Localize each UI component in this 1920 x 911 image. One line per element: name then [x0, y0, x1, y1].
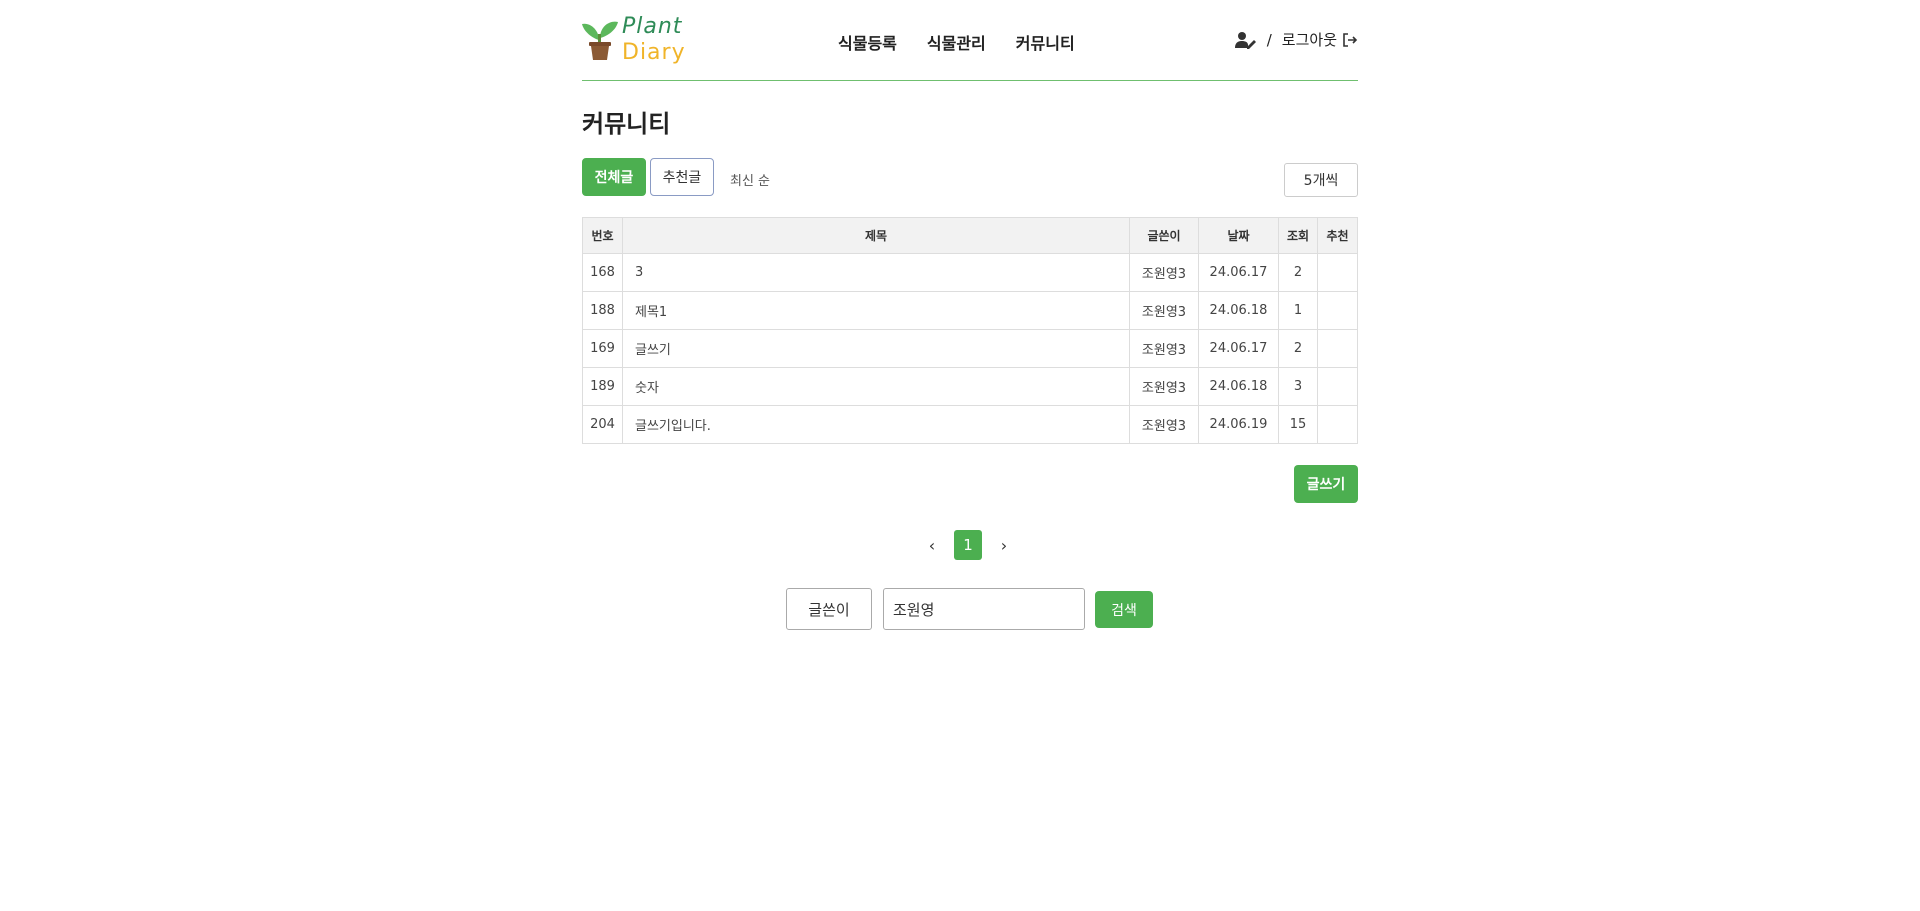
logout-link[interactable]: 로그아웃: [1282, 29, 1358, 50]
cell-date: 24.06.18: [1198, 291, 1279, 330]
nav-community[interactable]: 커뮤니티: [1016, 30, 1075, 54]
logo-text-diary: Diary: [622, 40, 686, 65]
cell-likes: [1317, 405, 1358, 444]
cell-number: 169: [582, 329, 623, 368]
cell-number: 189: [582, 367, 623, 406]
cell-date: 24.06.17: [1198, 329, 1279, 368]
logo-text-plant: Plant: [622, 14, 683, 39]
cell-number: 188: [582, 291, 623, 330]
prev-page-icon[interactable]: ‹: [924, 536, 940, 555]
main-nav: 식물등록 식물관리 커뮤니티: [838, 30, 1075, 54]
table-row[interactable]: 189 숫자 조원영3 24.06.18 3: [582, 367, 1358, 406]
cell-title[interactable]: 글쓰기: [622, 329, 1130, 368]
post-table: 번호 제목 글쓴이 날짜 조회 추천 168 3 조원영3 24.06.17 2…: [582, 217, 1358, 444]
cell-number: 204: [582, 405, 623, 444]
col-header-title: 제목: [622, 217, 1130, 254]
cell-views: 3: [1278, 367, 1318, 406]
table-row[interactable]: 169 글쓰기 조원영3 24.06.17 2: [582, 329, 1358, 368]
cell-date: 24.06.19: [1198, 405, 1279, 444]
next-page-icon[interactable]: ›: [996, 536, 1012, 555]
nav-plant-manage[interactable]: 식물관리: [927, 30, 986, 54]
tab-all-posts[interactable]: 전체글: [582, 158, 646, 196]
cell-author: 조원영3: [1129, 329, 1199, 368]
page-title: 커뮤니티: [582, 110, 671, 138]
cell-likes: [1317, 291, 1358, 330]
nav-plant-register[interactable]: 식물등록: [838, 30, 897, 54]
col-header-author: 글쓴이: [1129, 217, 1199, 254]
cell-likes: [1317, 329, 1358, 368]
write-post-button[interactable]: 글쓰기: [1294, 465, 1358, 503]
cell-date: 24.06.17: [1198, 253, 1279, 292]
cell-author: 조원영3: [1129, 291, 1199, 330]
user-edit-icon[interactable]: [1234, 31, 1257, 49]
table-row[interactable]: 188 제목1 조원영3 24.06.18 1: [582, 291, 1358, 330]
cell-views: 1: [1278, 291, 1318, 330]
tab-recommended-posts[interactable]: 추천글: [650, 158, 714, 196]
cell-author: 조원영3: [1129, 367, 1199, 406]
cell-likes: [1317, 367, 1358, 406]
search-button[interactable]: 검색: [1095, 591, 1153, 628]
search-input[interactable]: [883, 588, 1085, 630]
page-number-current[interactable]: 1: [954, 530, 982, 560]
plant-pot-icon: [582, 21, 618, 60]
cell-views: 2: [1278, 253, 1318, 292]
logout-icon: [1343, 32, 1358, 47]
page-container: Plant Diary 식물등록 식물관리 커뮤니티 / 로그아웃 커뮤니티 전…: [582, 0, 1358, 911]
sort-latest[interactable]: 최신 순: [730, 170, 770, 189]
cell-number: 168: [582, 253, 623, 292]
search-type-select[interactable]: 글쓴이: [786, 588, 872, 630]
pagination: ‹ 1 ›: [924, 530, 1012, 560]
cell-likes: [1317, 253, 1358, 292]
cell-date: 24.06.18: [1198, 367, 1279, 406]
table-header-row: 번호 제목 글쓴이 날짜 조회 추천: [582, 217, 1358, 254]
col-header-date: 날짜: [1198, 217, 1279, 254]
cell-author: 조원영3: [1129, 405, 1199, 444]
cell-title[interactable]: 제목1: [622, 291, 1130, 330]
table-row[interactable]: 168 3 조원영3 24.06.17 2: [582, 253, 1358, 292]
cell-views: 15: [1278, 405, 1318, 444]
user-area: / 로그아웃: [1234, 29, 1358, 50]
col-header-views: 조회: [1278, 217, 1318, 254]
header: Plant Diary 식물등록 식물관리 커뮤니티 / 로그아웃: [582, 0, 1358, 81]
user-separator: /: [1266, 30, 1272, 49]
cell-author: 조원영3: [1129, 253, 1199, 292]
plant-diary-logo[interactable]: Plant Diary: [582, 14, 692, 66]
cell-title[interactable]: 3: [622, 253, 1130, 292]
logout-label: 로그아웃: [1281, 31, 1337, 49]
cell-title[interactable]: 숫자: [622, 367, 1130, 406]
col-header-likes: 추천: [1317, 217, 1358, 254]
cell-title[interactable]: 글쓰기입니다.: [622, 405, 1130, 444]
per-page-select[interactable]: 5개씩: [1284, 163, 1358, 197]
table-row[interactable]: 204 글쓰기입니다. 조원영3 24.06.19 15: [582, 405, 1358, 444]
cell-views: 2: [1278, 329, 1318, 368]
col-header-number: 번호: [582, 217, 623, 254]
